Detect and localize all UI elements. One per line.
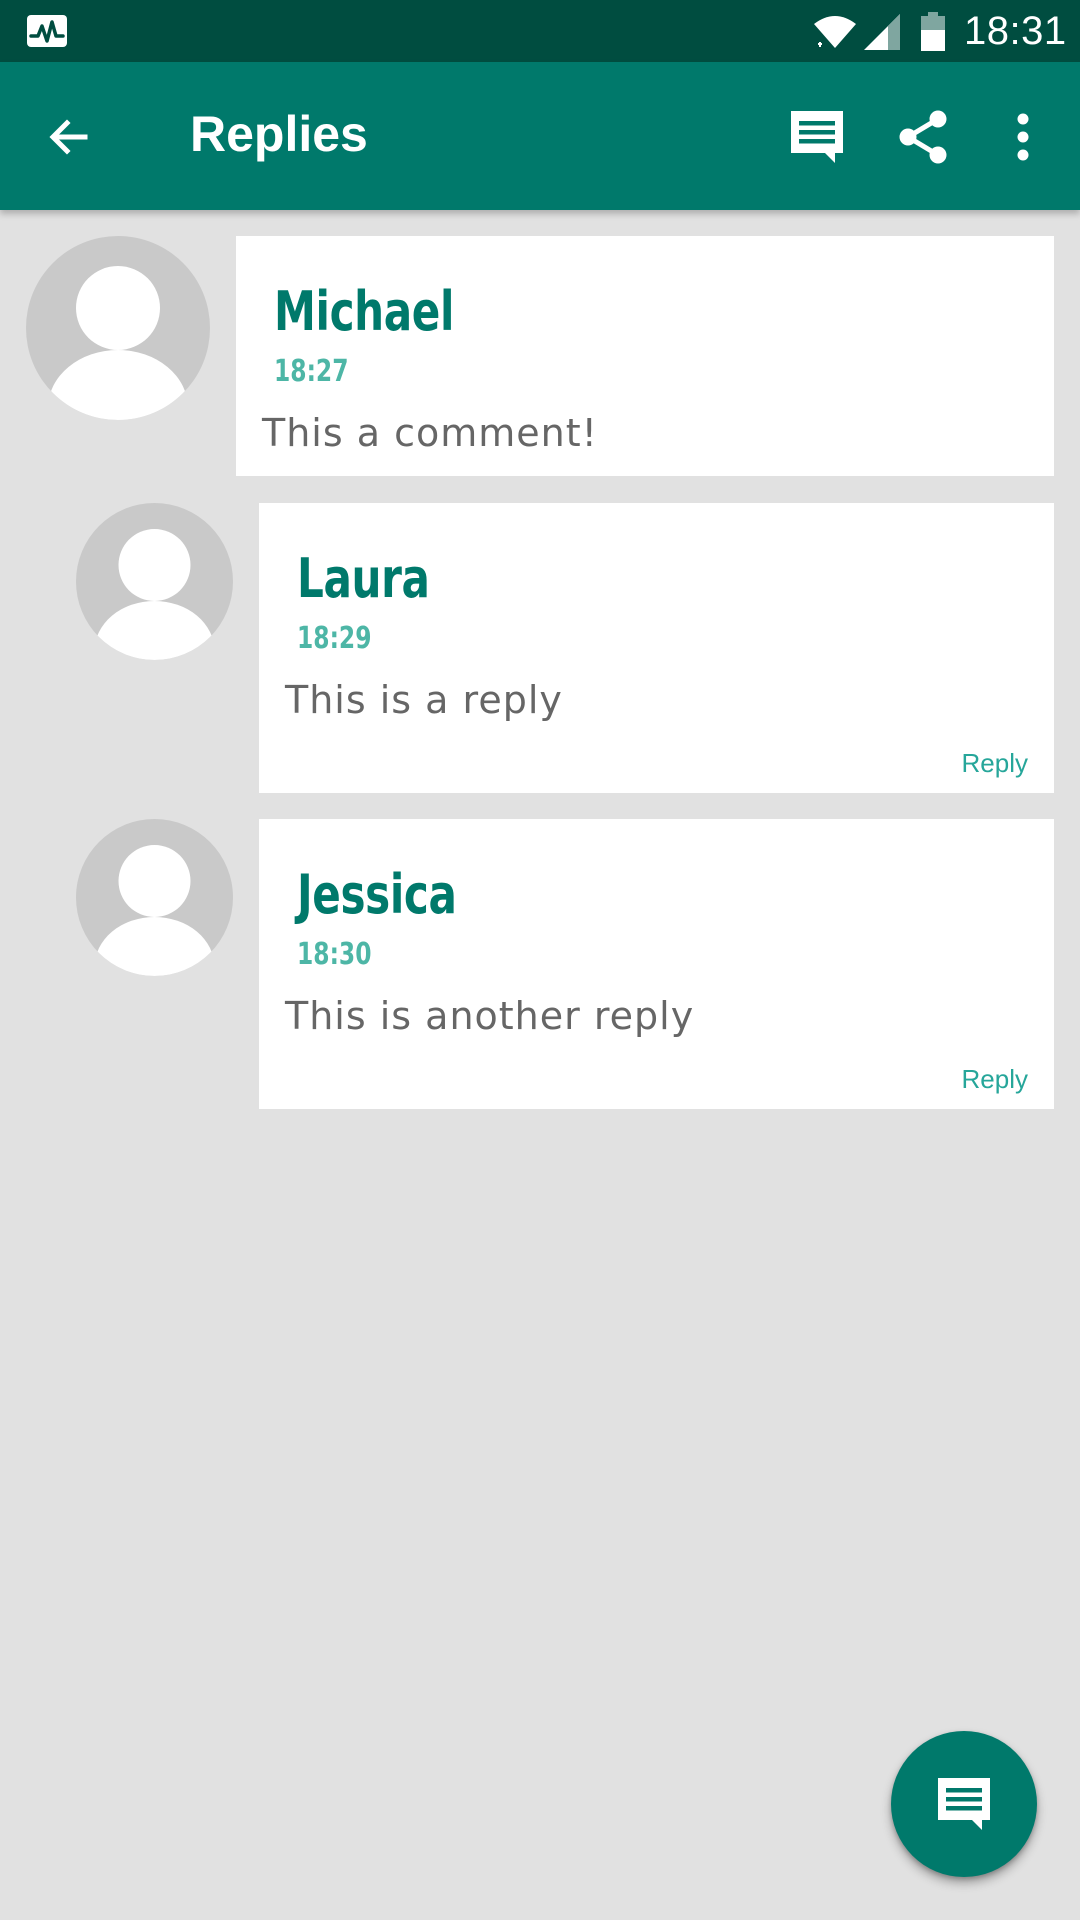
reply-button[interactable]: Reply bbox=[962, 1063, 1028, 1095]
person-icon bbox=[94, 845, 215, 976]
comment-icon bbox=[791, 111, 843, 163]
battery-icon bbox=[921, 12, 945, 51]
reply-author[interactable]: Jessica bbox=[297, 863, 457, 927]
cell-signal-icon bbox=[864, 14, 900, 50]
comment-card: Michael 18:27 This a comment! bbox=[236, 236, 1054, 476]
reply-text: This is a reply bbox=[285, 678, 563, 722]
reply-card: Laura 18:29 This is a reply Reply bbox=[259, 503, 1054, 793]
reply-author[interactable]: Laura bbox=[297, 547, 430, 611]
status-bar: 18:31 bbox=[0, 0, 1080, 62]
avatar[interactable] bbox=[76, 819, 233, 976]
comment-icon bbox=[938, 1778, 990, 1830]
status-time: 18:31 bbox=[964, 9, 1067, 53]
reply-card: Jessica 18:30 This is another reply Repl… bbox=[259, 819, 1054, 1109]
more-options-button[interactable] bbox=[990, 104, 1056, 170]
reply-time: 18:29 bbox=[297, 621, 372, 656]
comment-time: 18:27 bbox=[274, 354, 349, 389]
share-button[interactable] bbox=[890, 104, 956, 170]
reply-button[interactable]: Reply bbox=[962, 747, 1028, 779]
comment-text: This a comment! bbox=[262, 411, 598, 455]
avatar[interactable] bbox=[26, 236, 210, 420]
reply-text: This is another reply bbox=[285, 994, 695, 1038]
wifi-icon bbox=[814, 16, 856, 48]
comment-author[interactable]: Michael bbox=[274, 280, 454, 344]
app-bar: Replies bbox=[0, 62, 1080, 210]
activity-icon bbox=[27, 15, 67, 47]
reply-time: 18:30 bbox=[297, 937, 372, 972]
back-arrow-icon bbox=[49, 119, 88, 155]
new-comment-fab[interactable] bbox=[891, 1731, 1037, 1877]
comment-button[interactable] bbox=[784, 104, 850, 170]
avatar[interactable] bbox=[76, 503, 233, 660]
share-icon bbox=[899, 110, 947, 164]
page-title: Replies bbox=[190, 106, 368, 162]
back-button[interactable] bbox=[38, 106, 100, 168]
person-icon bbox=[48, 266, 188, 420]
person-icon bbox=[94, 529, 215, 660]
more-vert-icon bbox=[1017, 113, 1029, 161]
